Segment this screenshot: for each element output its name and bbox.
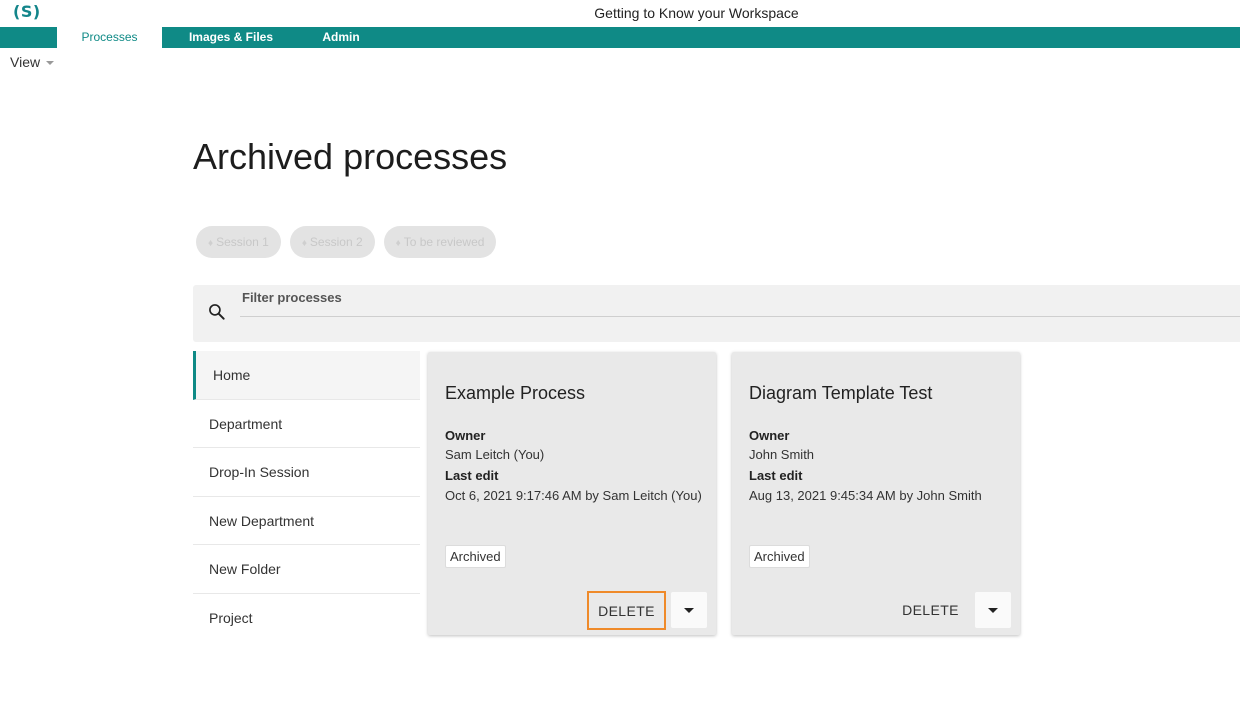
sidebar-item-drop-in-session[interactable]: Drop-In Session — [193, 448, 420, 497]
view-menu-label: View — [10, 54, 41, 70]
delete-button[interactable]: DELETE — [587, 591, 666, 630]
tag-chip-label: To be reviewed — [403, 235, 485, 249]
owner-value: John Smith — [749, 447, 815, 462]
page-title: Archived processes — [193, 136, 508, 177]
process-card-example-process[interactable]: Example Process Owner Sam Leitch (You) L… — [428, 352, 716, 635]
tag-chip-session-1[interactable]: ♦ Session 1 — [196, 226, 281, 258]
status-badge: Archived — [445, 545, 506, 568]
tag-chip-label: Session 2 — [309, 235, 363, 249]
tab-images-files[interactable]: Images & Files — [180, 27, 282, 48]
tag-icon: ♦ — [208, 238, 214, 249]
status-badge: Archived — [749, 545, 810, 568]
tag-icon: ♦ — [301, 238, 307, 249]
last-edit-label: Last edit — [749, 468, 803, 483]
caret-down-icon — [684, 608, 694, 613]
tag-chip-session-2[interactable]: ♦ Session 2 — [289, 226, 375, 258]
sidebar-item-project[interactable]: Project — [193, 593, 420, 643]
last-edit-value: Oct 6, 2021 9:17:46 AM by Sam Leitch (Yo… — [445, 488, 702, 503]
owner-label: Owner — [445, 428, 486, 443]
search-icon — [209, 304, 225, 320]
sidebar-item-department[interactable]: Department — [193, 399, 420, 449]
card-title: Diagram Template Test — [749, 383, 933, 403]
tag-chip-to-be-reviewed[interactable]: ♦ To be reviewed — [383, 226, 497, 258]
tag-icon: ♦ — [395, 238, 401, 249]
caret-down-icon — [46, 61, 55, 66]
owner-label: Owner — [749, 428, 790, 443]
card-title: Example Process — [445, 383, 586, 403]
sidebar-item-new-folder[interactable]: New Folder — [193, 545, 420, 594]
folder-sidebar: Home Department Drop-In Session New Depa… — [193, 351, 420, 643]
workspace-title: Getting to Know your Workspace — [594, 5, 799, 21]
tag-chip-label: Session 1 — [216, 235, 269, 249]
filter-bar: Filter processes — [193, 285, 1240, 342]
caret-down-icon — [988, 608, 998, 613]
more-actions-dropdown[interactable] — [671, 592, 707, 628]
sidebar-item-home[interactable]: Home — [193, 351, 420, 400]
main-nav: Processes Images & Files Admin — [0, 27, 1240, 48]
sidebar-item-new-department[interactable]: New Department — [193, 496, 420, 546]
owner-value: Sam Leitch (You) — [445, 447, 545, 462]
last-edit-value: Aug 13, 2021 9:45:34 AM by John Smith — [749, 488, 982, 503]
top-bar: (S) Getting to Know your Workspace — [0, 0, 1240, 27]
filter-input[interactable] — [240, 289, 1240, 317]
delete-button[interactable]: DELETE — [891, 591, 970, 630]
more-actions-dropdown[interactable] — [975, 592, 1011, 628]
tab-admin[interactable]: Admin — [312, 27, 370, 48]
tag-chip-list: ♦ Session 1 ♦ Session 2 ♦ To be reviewed — [196, 226, 497, 258]
tab-processes[interactable]: Processes — [57, 27, 162, 48]
process-card-diagram-template-test[interactable]: Diagram Template Test Owner John Smith L… — [732, 352, 1020, 635]
view-menu[interactable]: View — [10, 54, 55, 70]
last-edit-label: Last edit — [445, 468, 499, 483]
